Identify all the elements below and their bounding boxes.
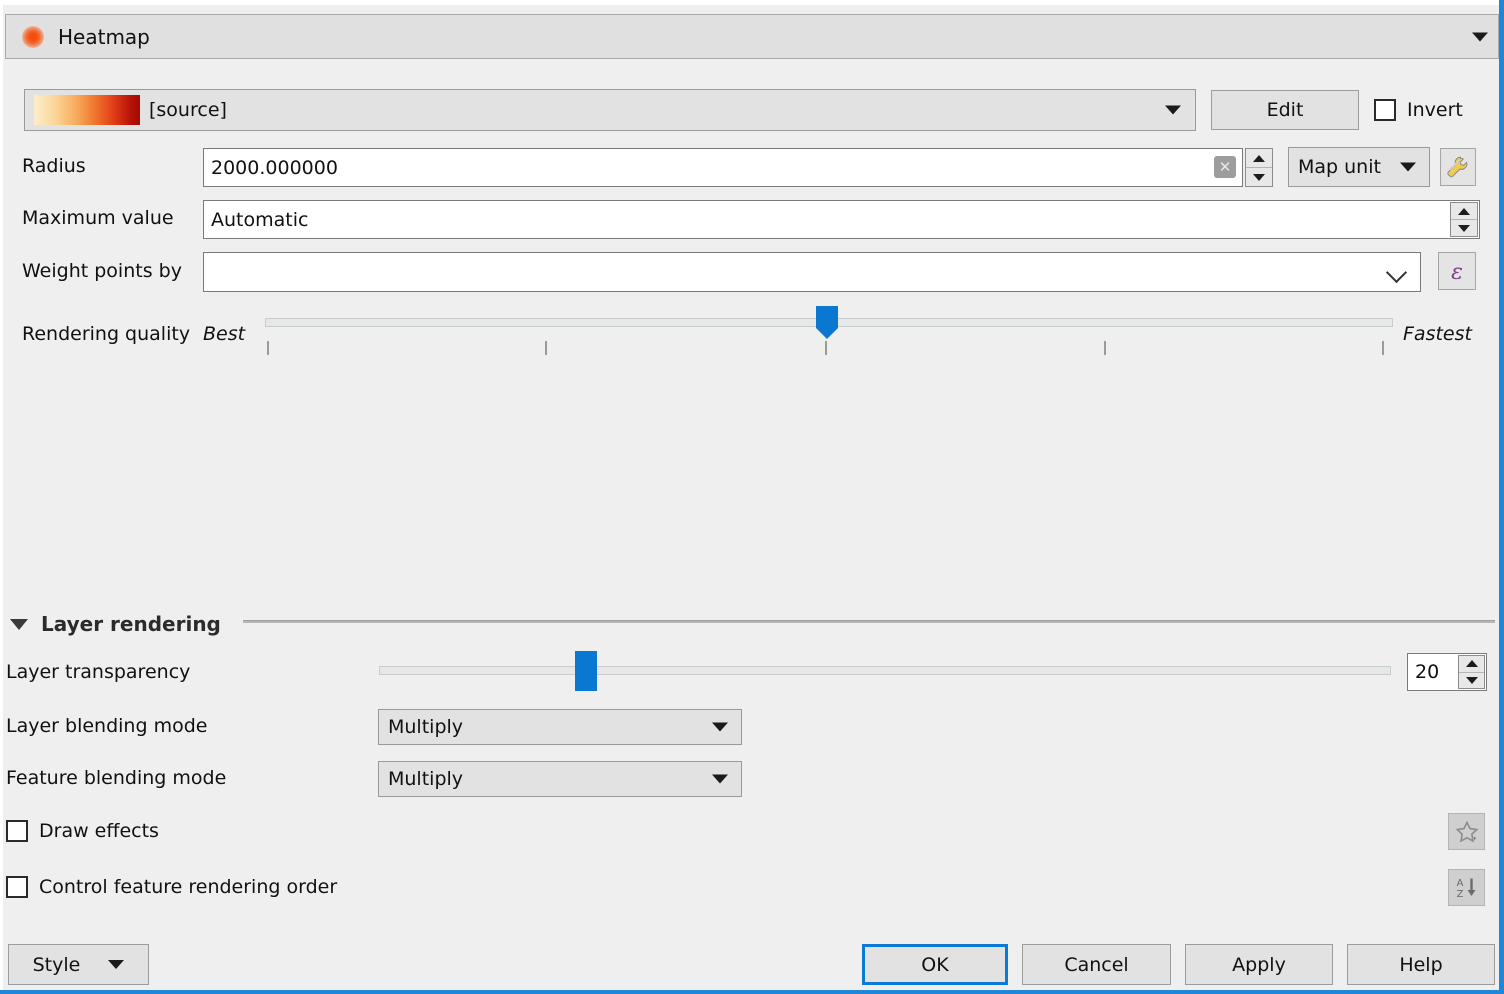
heatmap-renderer-dialog: Heatmap [source] Edit Invert Radius 2000…	[0, 0, 1504, 994]
layer-transparency-slider-groove[interactable]	[379, 666, 1391, 675]
ok-button[interactable]: OK	[862, 944, 1008, 985]
apply-button[interactable]: Apply	[1185, 944, 1333, 985]
star-effects-icon[interactable]	[1448, 813, 1485, 850]
radius-spinner[interactable]	[1245, 148, 1273, 187]
window-bottom-accent	[0, 990, 1504, 994]
heatmap-blob-icon	[22, 25, 44, 48]
spinner-up-icon[interactable]	[1246, 149, 1272, 167]
chevron-down-icon[interactable]	[1385, 261, 1408, 284]
wrench-icon[interactable]	[1440, 148, 1476, 186]
sort-order-icon[interactable]: A Z	[1448, 869, 1485, 906]
svg-text:ε: ε	[1451, 260, 1463, 284]
spinner-down-icon[interactable]	[1246, 167, 1272, 186]
renderer-type-label: Heatmap	[58, 24, 150, 49]
svg-text:A: A	[1456, 878, 1463, 889]
radius-label: Radius	[22, 155, 86, 177]
chevron-down-icon	[712, 774, 728, 784]
wrench-icon-glyph	[1447, 156, 1468, 178]
spinner-up-icon[interactable]	[1459, 656, 1484, 672]
spinner-up-icon[interactable]	[1451, 203, 1477, 219]
invert-checkbox[interactable]: Invert	[1374, 99, 1463, 121]
checkbox-box[interactable]	[6, 876, 28, 898]
sort-icon-glyph: A Z	[1456, 878, 1475, 900]
radius-unit-value: Map unit	[1298, 156, 1381, 178]
slider-tick	[825, 341, 827, 355]
checkbox-box[interactable]	[6, 820, 28, 842]
renderer-type-selector[interactable]: Heatmap	[5, 14, 1499, 59]
rendering-quality-slider-handle[interactable]	[816, 306, 838, 339]
feature-blending-mode-label: Feature blending mode	[6, 767, 227, 789]
spinner-down-icon[interactable]	[1451, 219, 1477, 236]
rendering-quality-min-label: Best	[203, 323, 246, 345]
layer-transparency-spinner[interactable]	[1458, 655, 1485, 689]
clear-x-icon[interactable]: ✕	[1214, 156, 1236, 178]
rendering-quality-label: Rendering quality	[22, 323, 191, 345]
chevron-down-icon	[1400, 162, 1416, 172]
maximum-value-label: Maximum value	[22, 207, 174, 229]
color-ramp-label: [source]	[149, 99, 227, 121]
help-button[interactable]: Help	[1347, 944, 1495, 985]
maximum-value-input[interactable]: Automatic	[203, 200, 1480, 239]
layer-blending-mode-combo[interactable]: Multiply	[378, 709, 742, 745]
weight-points-by-combo[interactable]	[203, 252, 1421, 292]
slider-tick	[545, 341, 547, 355]
invert-label: Invert	[1407, 99, 1463, 121]
control-feature-rendering-order-checkbox[interactable]: Control feature rendering order	[6, 876, 337, 898]
svg-text:Z: Z	[1456, 889, 1463, 900]
group-divider	[243, 620, 1495, 623]
layer-transparency-slider-handle[interactable]	[575, 651, 597, 691]
layer-rendering-title: Layer rendering	[41, 612, 221, 636]
epsilon-icon-glyph: ε	[1451, 260, 1463, 284]
layer-rendering-group-header[interactable]: Layer rendering	[10, 612, 221, 636]
radius-input[interactable]: 2000.000000	[203, 148, 1243, 187]
edit-ramp-button[interactable]: Edit	[1211, 90, 1359, 130]
feature-blending-mode-value: Multiply	[388, 768, 464, 790]
radius-unit-combo[interactable]: Map unit	[1288, 147, 1430, 187]
layer-transparency-label: Layer transparency	[6, 661, 191, 683]
cancel-button[interactable]: Cancel	[1022, 944, 1171, 985]
chevron-down-icon[interactable]	[1472, 32, 1488, 41]
maximum-value-spinner[interactable]	[1450, 202, 1478, 237]
layer-blending-mode-value: Multiply	[388, 716, 464, 738]
slider-tick	[1382, 341, 1384, 355]
style-button[interactable]: Style	[8, 944, 149, 985]
chevron-down-icon	[1165, 105, 1181, 115]
window-right-edge	[1499, 0, 1504, 994]
layer-blending-mode-label: Layer blending mode	[6, 715, 208, 737]
star-icon-glyph	[1455, 820, 1478, 842]
chevron-down-icon	[108, 960, 125, 969]
style-button-label: Style	[32, 953, 81, 976]
chevron-down-icon	[712, 722, 728, 732]
triangle-down-icon[interactable]	[10, 618, 28, 630]
feature-blending-mode-combo[interactable]: Multiply	[378, 761, 742, 797]
rendering-quality-max-label: Fastest	[1403, 323, 1472, 345]
slider-tick	[1104, 341, 1106, 355]
draw-effects-label: Draw effects	[39, 820, 159, 842]
draw-effects-checkbox[interactable]: Draw effects	[6, 820, 159, 842]
window-top-edge	[0, 0, 1504, 5]
color-ramp-combo[interactable]: [source]	[24, 89, 1196, 131]
control-feature-rendering-order-label: Control feature rendering order	[39, 876, 338, 898]
epsilon-expression-icon[interactable]: ε	[1438, 252, 1476, 290]
weight-points-by-label: Weight points by	[22, 260, 182, 282]
checkbox-box[interactable]	[1374, 99, 1396, 121]
window-left-edge	[0, 0, 3, 994]
spinner-down-icon[interactable]	[1459, 671, 1484, 689]
slider-tick	[267, 341, 269, 355]
color-ramp-swatch	[34, 95, 140, 125]
